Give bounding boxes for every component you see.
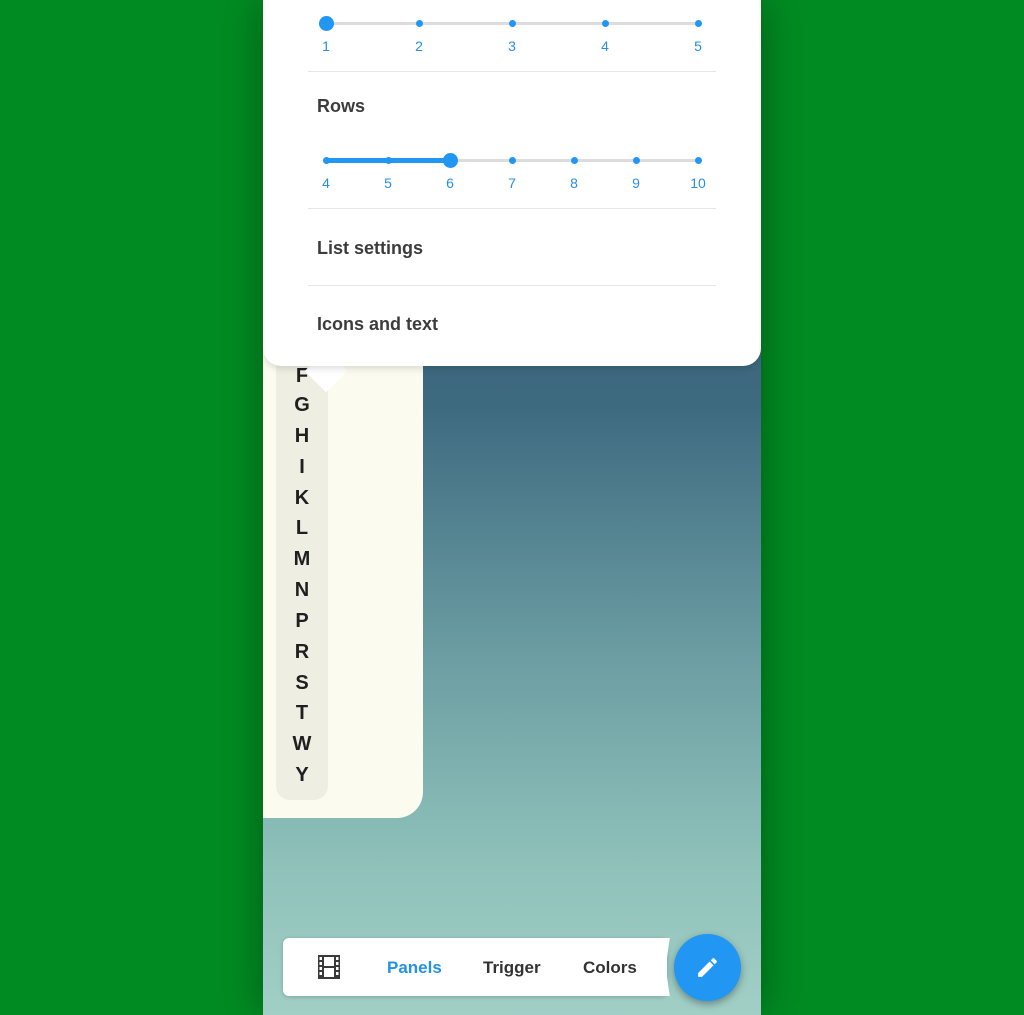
slider-tick-label: 4 [322,175,330,191]
slider-thumb[interactable] [442,153,458,168]
index-letter[interactable]: S [276,671,328,695]
slider-tick-label: 8 [570,175,578,191]
index-letter[interactable]: T [276,701,328,725]
slider-tick-label: 7 [508,175,516,191]
tab-colors[interactable]: Colors [583,958,637,978]
rows-slider[interactable]: 4 5 6 7 8 9 10 [322,137,706,191]
slider-thumb[interactable] [318,16,334,31]
edit-fab-button[interactable] [674,934,741,1001]
alphabet-index[interactable]: F G H I K L M N P R S T W Y [276,330,328,800]
index-letter[interactable]: H [276,424,328,448]
tab-trigger[interactable]: Trigger [483,958,541,978]
divider [308,71,716,72]
slider-tick[interactable] [508,157,516,164]
index-letter[interactable]: N [276,578,328,602]
columns-slider[interactable]: 1 2 3 4 5 [318,0,702,54]
index-letter[interactable]: P [276,609,328,633]
index-letter[interactable]: M [276,547,328,571]
slider-tick[interactable] [632,157,640,164]
film-strip-icon[interactable] [318,955,340,979]
index-letter[interactable]: G [276,393,328,417]
slider-tick-label: 9 [632,175,640,191]
list-settings-item[interactable]: List settings [317,238,423,259]
pencil-icon [698,958,717,977]
index-letter[interactable]: I [276,455,328,479]
slider-tick[interactable] [384,157,392,164]
slider-tick-label: 1 [322,38,330,54]
slider-tick-label: 10 [690,175,706,191]
slider-tick-label: 2 [415,38,423,54]
app-drawer-panel: F G H I K L M N P R S T W Y [263,330,423,818]
slider-tick[interactable] [601,20,609,27]
slider-tick-label: 4 [601,38,609,54]
index-letter[interactable]: Y [276,763,328,787]
icons-and-text-item[interactable]: Icons and text [317,314,438,335]
slider-tick[interactable] [322,157,330,164]
divider [308,285,716,286]
slider-tick-label: 5 [384,175,392,191]
index-letter[interactable]: L [276,516,328,540]
slider-tick[interactable] [415,20,423,27]
index-letter[interactable]: W [276,732,328,756]
index-letter[interactable]: K [276,486,328,510]
index-letter[interactable]: R [276,640,328,664]
phone-screen: F G H I K L M N P R S T W Y 1 2 3 4 5 Rows 4 [263,0,761,1015]
slider-tick-label: 6 [446,175,454,191]
slider-tick[interactable] [570,157,578,164]
divider [308,208,716,209]
bottom-nav-bar: Panels Trigger Colors [283,938,667,996]
rows-title: Rows [317,96,366,116]
slider-tick[interactable] [508,20,516,27]
tab-panels[interactable]: Panels [387,958,442,978]
slider-tick[interactable] [694,20,702,27]
slider-tick-label: 5 [694,38,702,54]
slider-tick[interactable] [694,157,702,164]
slider-tick-label: 3 [508,38,516,54]
settings-popup: 1 2 3 4 5 Rows 4 5 6 7 8 9 10 List settings Icons … [263,0,761,366]
